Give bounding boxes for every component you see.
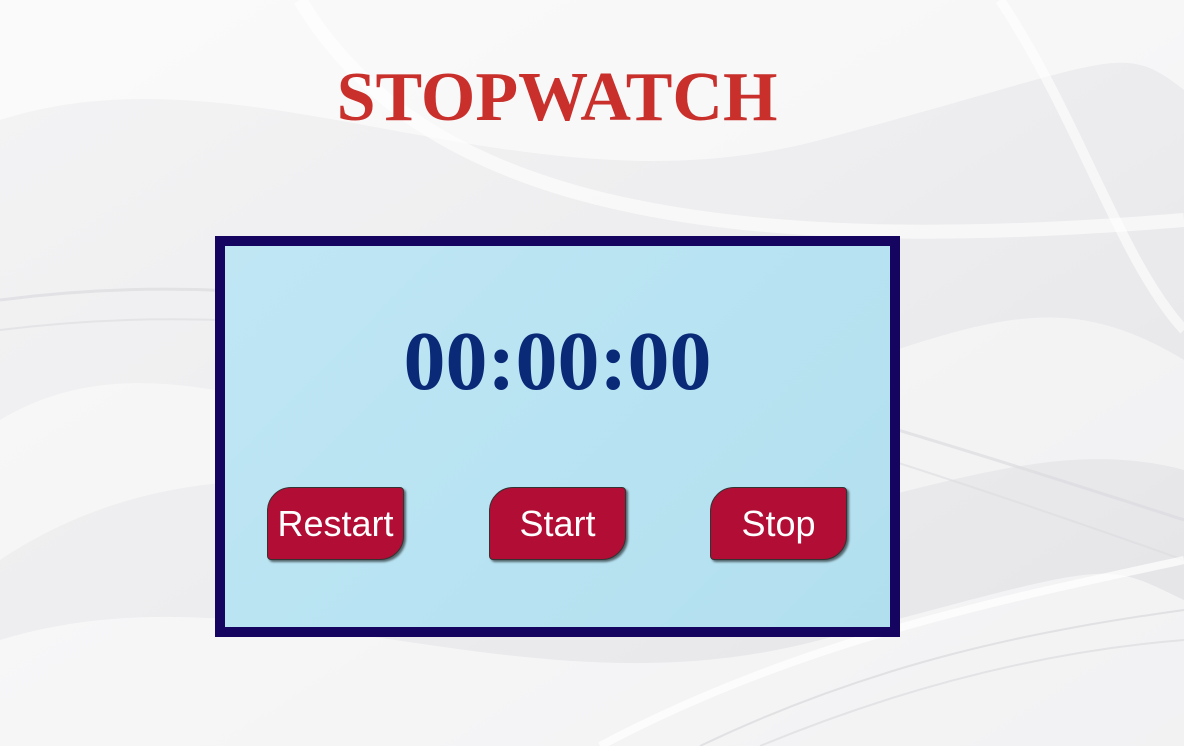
restart-button[interactable]: Restart: [267, 487, 404, 560]
stopwatch-panel: 00:00:00 Restart Start Stop: [215, 236, 900, 637]
page-title: STOPWATCH: [336, 59, 778, 136]
start-button[interactable]: Start: [489, 487, 626, 560]
timer-display: 00:00:00: [403, 315, 712, 408]
stop-button[interactable]: Stop: [710, 487, 847, 560]
